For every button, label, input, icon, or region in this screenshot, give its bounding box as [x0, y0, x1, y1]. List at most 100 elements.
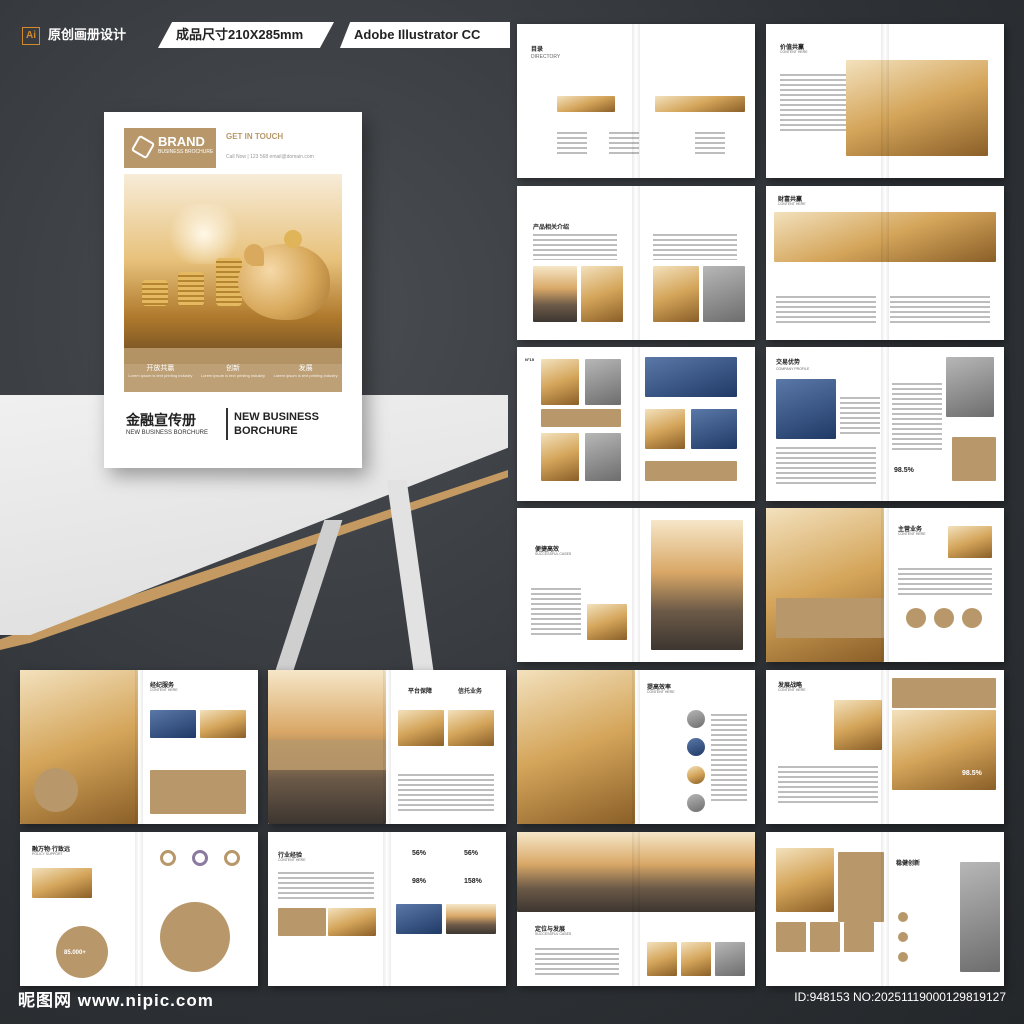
spread-sub: CONTENT HERE	[778, 688, 806, 692]
cover-title-en: NEW BUSINESS BORCHURE	[234, 411, 319, 437]
stat-value: 56%	[412, 850, 427, 857]
spread-value: 价值共赢 CONTENT HERE	[766, 24, 1004, 178]
info-box	[810, 922, 840, 952]
photo-circle	[687, 794, 705, 812]
text-lines	[398, 774, 494, 814]
spread-sub: POLICY SUPPORT	[32, 852, 63, 856]
info-box	[776, 922, 806, 952]
spread-sub: SUCCESSFUL CASES	[535, 932, 572, 936]
photo	[651, 520, 743, 650]
header-title: Ai 原创画册设计	[22, 22, 126, 48]
text-lines	[278, 872, 374, 902]
photo	[448, 710, 494, 746]
band-sub: Lorem ipsum is text printing industry	[128, 372, 193, 378]
text-lines	[609, 132, 639, 154]
spread-positioning: 定位与发展 SUCCESSFUL CASES	[517, 832, 755, 986]
photo	[587, 604, 627, 640]
stat-value: 56%	[464, 850, 479, 857]
photo	[776, 379, 836, 439]
photo	[396, 904, 442, 934]
spread-title: N°15	[525, 357, 534, 362]
stat-value: 98%	[412, 878, 427, 885]
caption-bar	[776, 598, 884, 638]
caption-bar	[541, 409, 621, 427]
caption-bar	[150, 770, 246, 814]
brand-logo: BRAND BUSINESS BROCHURE	[124, 128, 216, 168]
info-box	[952, 437, 996, 481]
spread-strategy: 发展战略 CONTENT HERE 98.5%	[766, 670, 1004, 824]
photo	[774, 212, 996, 262]
photo	[557, 96, 615, 112]
header-title-text: 原创画册设计	[48, 27, 127, 42]
band-label: 开放共赢	[146, 364, 175, 372]
spread-sub: CONTENT HERE	[778, 202, 806, 206]
photo	[960, 862, 1000, 972]
text-lines	[890, 296, 990, 326]
caption-bar	[892, 678, 996, 708]
photo	[541, 359, 579, 405]
band-sub: Lorem ipsum is text printing industry	[273, 372, 338, 378]
photo	[581, 266, 623, 322]
piggy-ear	[244, 244, 264, 266]
photo	[200, 710, 246, 738]
hexagon-icon	[130, 134, 156, 160]
desk-leg	[386, 480, 434, 670]
caption-bar	[645, 461, 737, 481]
caption-bar	[268, 740, 386, 770]
photo-circle	[687, 766, 705, 784]
bullet-icon	[898, 932, 908, 942]
spread-title: 目录	[531, 47, 544, 53]
brand-name: BRAND	[158, 134, 205, 149]
cover-image	[124, 174, 342, 364]
spread-policy: 融万物·行致远 POLICY SUPPORT 85.000+	[20, 832, 258, 986]
band-label: 创新	[225, 364, 240, 372]
photo	[398, 710, 444, 746]
text-lines	[778, 766, 878, 806]
stat-value: 158%	[464, 878, 482, 885]
spread-platform: 平台保障 信托业务	[268, 670, 506, 824]
text-lines	[533, 234, 617, 260]
stat-value: 98.5%	[962, 770, 982, 777]
progress-ring	[224, 850, 240, 866]
icon-circle	[34, 768, 78, 812]
photo	[533, 266, 577, 322]
photo	[834, 700, 882, 750]
spread-title: 产品相关介绍	[533, 225, 570, 231]
band-sub: Lorem ipsum is text printing industry	[200, 372, 265, 378]
divider	[226, 408, 228, 440]
photo	[541, 433, 579, 481]
text-lines	[531, 588, 581, 638]
stat-value: 85.000+	[64, 950, 86, 956]
text-lines	[653, 234, 737, 260]
photo	[691, 409, 737, 449]
icon-circle	[934, 608, 954, 628]
photo	[328, 908, 376, 936]
spread-efficient: 便捷高效 SUCCESSFUL CASES	[517, 508, 755, 662]
get-in-touch: GET IN TOUCH	[226, 132, 284, 141]
coin-stack	[142, 280, 168, 306]
photo	[517, 832, 755, 912]
photo	[446, 904, 496, 934]
text-lines	[695, 132, 725, 154]
spread-sub: CONTENT HERE	[647, 690, 675, 694]
stat-value: 98.5%	[894, 467, 914, 474]
photo	[645, 409, 685, 449]
spread-sub: DIRECTORY	[531, 54, 561, 60]
caption-bar	[838, 852, 884, 922]
sun-glow	[164, 204, 244, 264]
spread-title: 稳健创新	[896, 861, 921, 867]
photo	[517, 670, 635, 824]
photo-circle	[687, 738, 705, 756]
text-lines	[776, 447, 876, 487]
text-lines	[557, 132, 587, 154]
photo	[948, 526, 992, 558]
photo	[846, 60, 988, 156]
spread-products: 产品相关介绍	[517, 186, 755, 340]
spread-brokerage: 经纪服务 CONTENT HERE	[20, 670, 258, 824]
coin-stack	[178, 272, 204, 306]
text-lines	[776, 296, 876, 326]
spread-title: 信托业务	[458, 689, 483, 695]
icon-circle	[962, 608, 982, 628]
bullet-icon	[898, 912, 908, 922]
photo	[653, 266, 699, 322]
